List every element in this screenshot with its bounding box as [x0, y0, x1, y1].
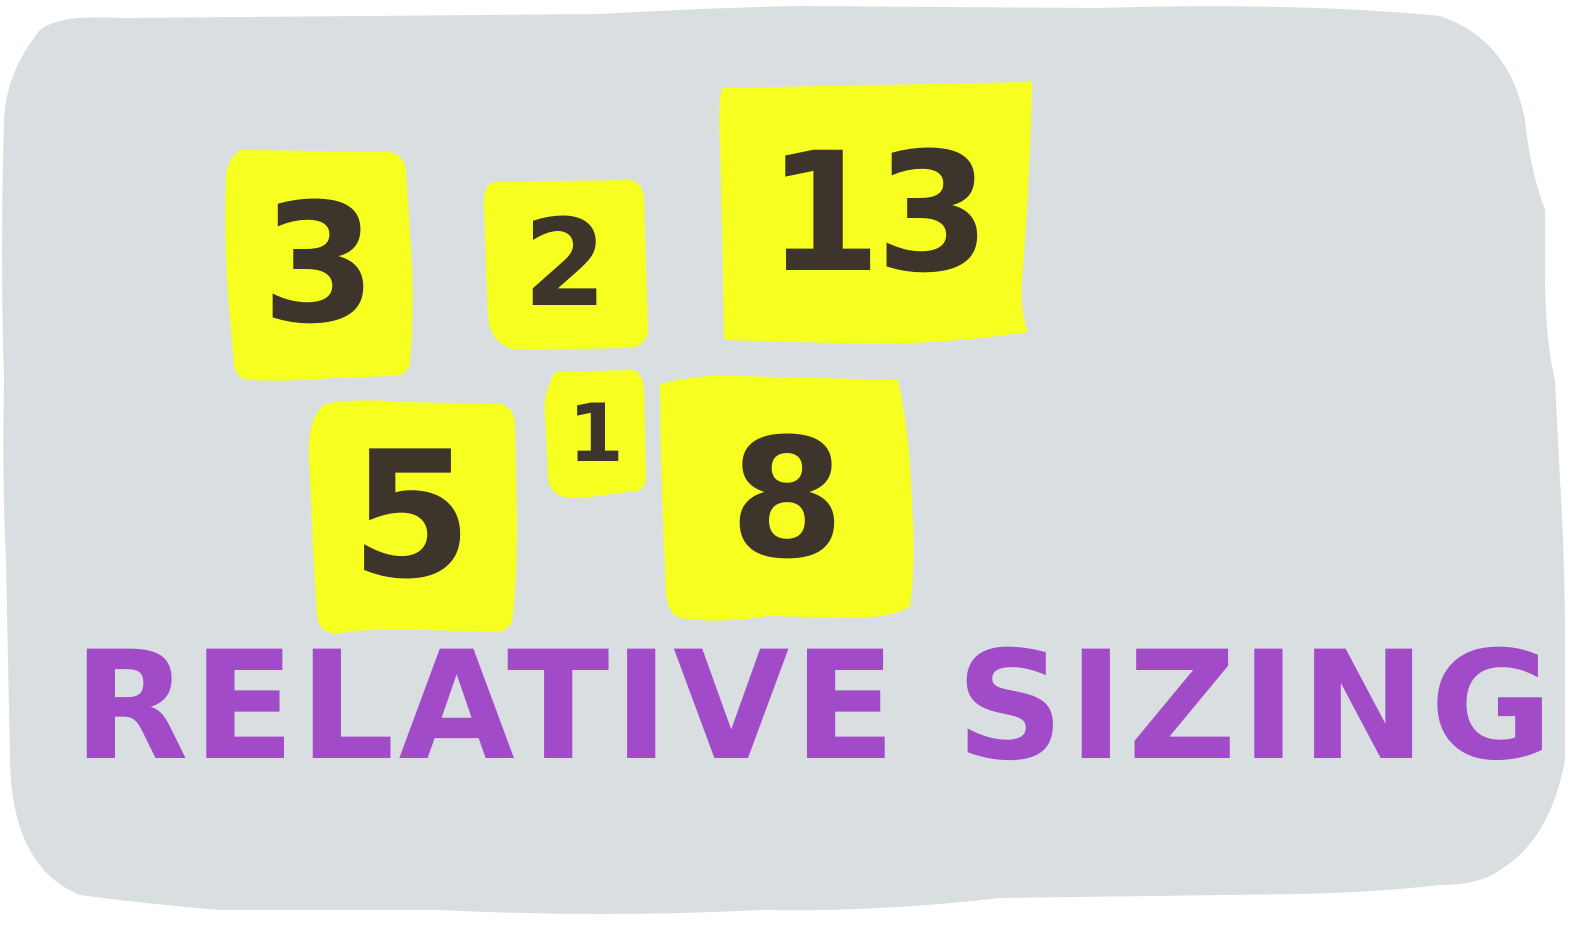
- story-point-1: 1: [568, 387, 624, 480]
- story-point-3: 3: [261, 167, 377, 360]
- story-point-8: 8: [729, 402, 845, 595]
- relative-sizing-title: RELATIVE SIZING: [73, 620, 1557, 794]
- sticky-note-3: 3: [224, 146, 414, 382]
- story-point-5: 5: [350, 414, 473, 618]
- sticky-note-13: 13: [718, 82, 1033, 345]
- sticky-note-5: 5: [305, 398, 518, 634]
- story-point-2: 2: [523, 194, 607, 334]
- story-point-13: 13: [766, 117, 991, 309]
- sticky-note-1: 1: [542, 368, 650, 500]
- relative-sizing-illustration: 3 2 13 5 1 8 RELATIVE SIZING: [0, 0, 1585, 925]
- sticky-note-8: 8: [658, 374, 916, 624]
- sticky-note-2: 2: [480, 178, 650, 351]
